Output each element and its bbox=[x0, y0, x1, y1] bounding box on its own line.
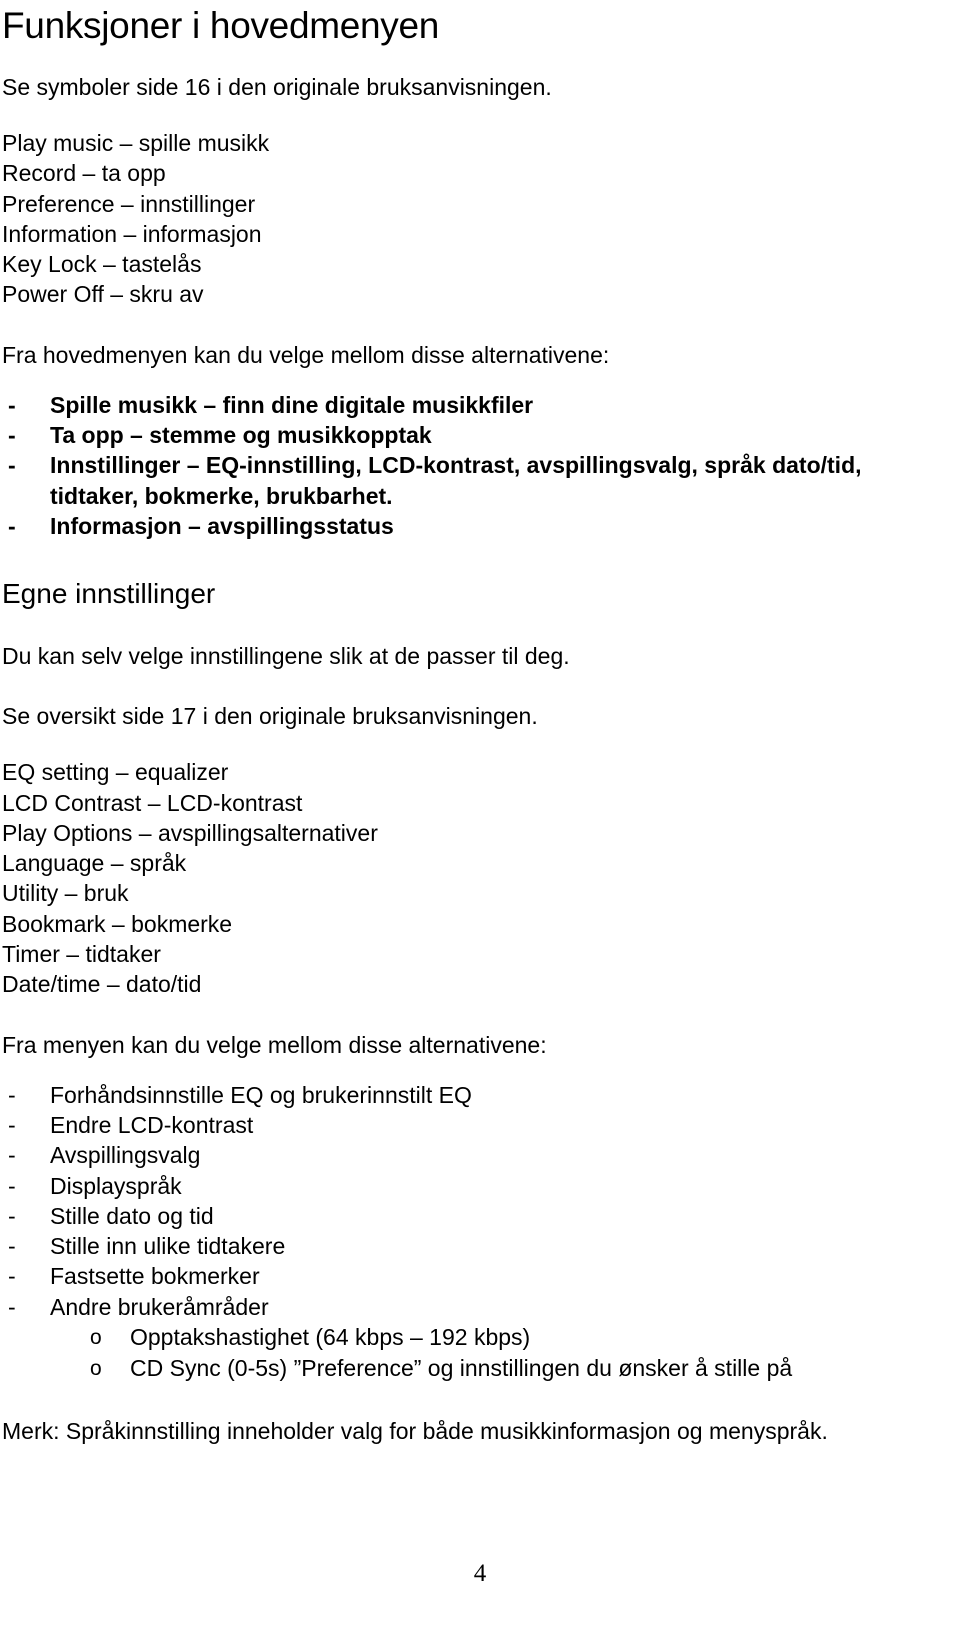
sub-list-item-text: CD Sync (0-5s) ”Preference” og innstilli… bbox=[130, 1355, 793, 1382]
bullet-marker: - bbox=[8, 1233, 16, 1260]
page-title: Funksjoner i hovedmenyen bbox=[2, 5, 440, 46]
footnote-text: Merk: Språkinnstilling inneholder valg f… bbox=[2, 1418, 828, 1445]
bullet-marker: - bbox=[8, 422, 16, 449]
list-item-text: Informasjon – avspillingsstatus bbox=[50, 512, 394, 539]
sub-list-item: o Opptakshastighet (64 kbps – 192 kbps) bbox=[2, 1322, 946, 1353]
settings-reference: Se oversikt side 17 i den originale bruk… bbox=[2, 703, 538, 730]
settings-item: Bookmark – bokmerke bbox=[2, 910, 233, 937]
settings-item: Date/time – dato/tid bbox=[2, 971, 202, 998]
main-menu-item: Information – informasjon bbox=[2, 220, 262, 247]
bullet-marker: - bbox=[8, 1172, 16, 1199]
section-heading-settings: Egne innstillinger bbox=[2, 578, 216, 610]
list-item: - Ta opp – stemme og musikkopptak bbox=[2, 420, 946, 450]
list-item-text: Andre brukeråmråder bbox=[50, 1293, 269, 1320]
settings-intro: Du kan selv velge innstillingene slik at… bbox=[2, 643, 570, 670]
list-item: - Forhåndsinnstille EQ og brukerinnstilt… bbox=[2, 1080, 946, 1110]
settings-item: Play Options – avspillingsalternativer bbox=[2, 819, 378, 846]
bullet-marker: - bbox=[8, 1202, 16, 1229]
menu-bullet-list: - Forhåndsinnstille EQ og brukerinnstilt… bbox=[2, 1080, 946, 1384]
list-item-text: Fastsette bokmerker bbox=[50, 1263, 260, 1290]
list-item: - Fastsette bokmerker bbox=[2, 1261, 946, 1291]
sub-list-item: o CD Sync (0-5s) ”Preference” og innstil… bbox=[2, 1353, 946, 1384]
list-item: - Avspillingsvalg bbox=[2, 1140, 946, 1170]
document-page: Funksjoner i hovedmenyen Se symboler sid… bbox=[0, 0, 960, 1633]
bullet-marker: - bbox=[8, 1081, 16, 1108]
settings-item: EQ setting – equalizer bbox=[2, 759, 229, 786]
list-item: - Stille dato og tid bbox=[2, 1201, 946, 1231]
bullet-marker: - bbox=[8, 1111, 16, 1138]
sub-bullet-marker: o bbox=[90, 1326, 102, 1350]
main-menu-item: Play music – spille musikk bbox=[2, 130, 270, 156]
bullet-marker: - bbox=[8, 391, 16, 418]
sub-bullet-marker: o bbox=[90, 1357, 102, 1381]
settings-item: Language – språk bbox=[2, 850, 187, 877]
list-item: - Informasjon – avspillingsstatus bbox=[2, 511, 946, 541]
list-item-text: Endre LCD-kontrast bbox=[50, 1111, 254, 1138]
list-item-text: Avspillingsvalg bbox=[50, 1142, 201, 1169]
menu-intro: Fra menyen kan du velge mellom disse alt… bbox=[2, 1031, 547, 1058]
main-menu-item-list: Play music – spille musikk Record – ta o… bbox=[2, 128, 946, 310]
bullet-marker: - bbox=[8, 1293, 16, 1320]
main-menu-item: Power Off – skru av bbox=[2, 281, 204, 308]
list-item: - Endre LCD-kontrast bbox=[2, 1110, 946, 1140]
list-item-continuation: tidtaker, bokmerke, brukbarhet. bbox=[50, 482, 393, 509]
settings-item: Timer – tidtaker bbox=[2, 941, 161, 968]
main-menu-item: Key Lock – tastelås bbox=[2, 251, 202, 278]
settings-item: LCD Contrast – LCD-kontrast bbox=[2, 789, 303, 816]
list-item-text: Spille musikk – finn dine digitale musik… bbox=[50, 391, 534, 418]
list-item-text: Forhåndsinnstille EQ og brukerinnstilt E… bbox=[50, 1081, 472, 1108]
list-item: - Innstillinger – EQ-innstilling, LCD-ko… bbox=[2, 450, 946, 511]
bullet-marker: - bbox=[8, 452, 16, 479]
settings-item-list: EQ setting – equalizer LCD Contrast – LC… bbox=[2, 757, 946, 999]
main-menu-item: Preference – innstillinger bbox=[2, 190, 256, 217]
list-item: - Andre brukeråmråder bbox=[2, 1292, 946, 1322]
bullet-marker: - bbox=[8, 1142, 16, 1169]
page-subtitle: Se symboler side 16 i den originale bruk… bbox=[2, 74, 552, 100]
list-item-text: Ta opp – stemme og musikkopptak bbox=[50, 422, 432, 449]
bullet-marker: - bbox=[8, 1263, 16, 1290]
list-item-text: Innstillinger – EQ-innstilling, LCD-kont… bbox=[50, 452, 862, 479]
main-menu-bullet-list: - Spille musikk – finn dine digitale mus… bbox=[2, 390, 946, 541]
list-item: - Stille inn ulike tidtakere bbox=[2, 1231, 946, 1261]
main-menu-intro: Fra hovedmenyen kan du velge mellom diss… bbox=[2, 341, 610, 368]
list-item: - Spille musikk – finn dine digitale mus… bbox=[2, 390, 946, 420]
list-item: - Displayspråk bbox=[2, 1171, 946, 1201]
page-number: 4 bbox=[473, 1560, 487, 1587]
settings-item: Utility – bruk bbox=[2, 880, 129, 907]
main-menu-item: Record – ta opp bbox=[2, 160, 166, 187]
list-item-text: Stille dato og tid bbox=[50, 1202, 214, 1229]
list-item-text: Stille inn ulike tidtakere bbox=[50, 1233, 286, 1260]
list-item-text: Displayspråk bbox=[50, 1172, 182, 1199]
sub-list-item-text: Opptakshastighet (64 kbps – 192 kbps) bbox=[130, 1324, 531, 1351]
bullet-marker: - bbox=[8, 512, 16, 539]
